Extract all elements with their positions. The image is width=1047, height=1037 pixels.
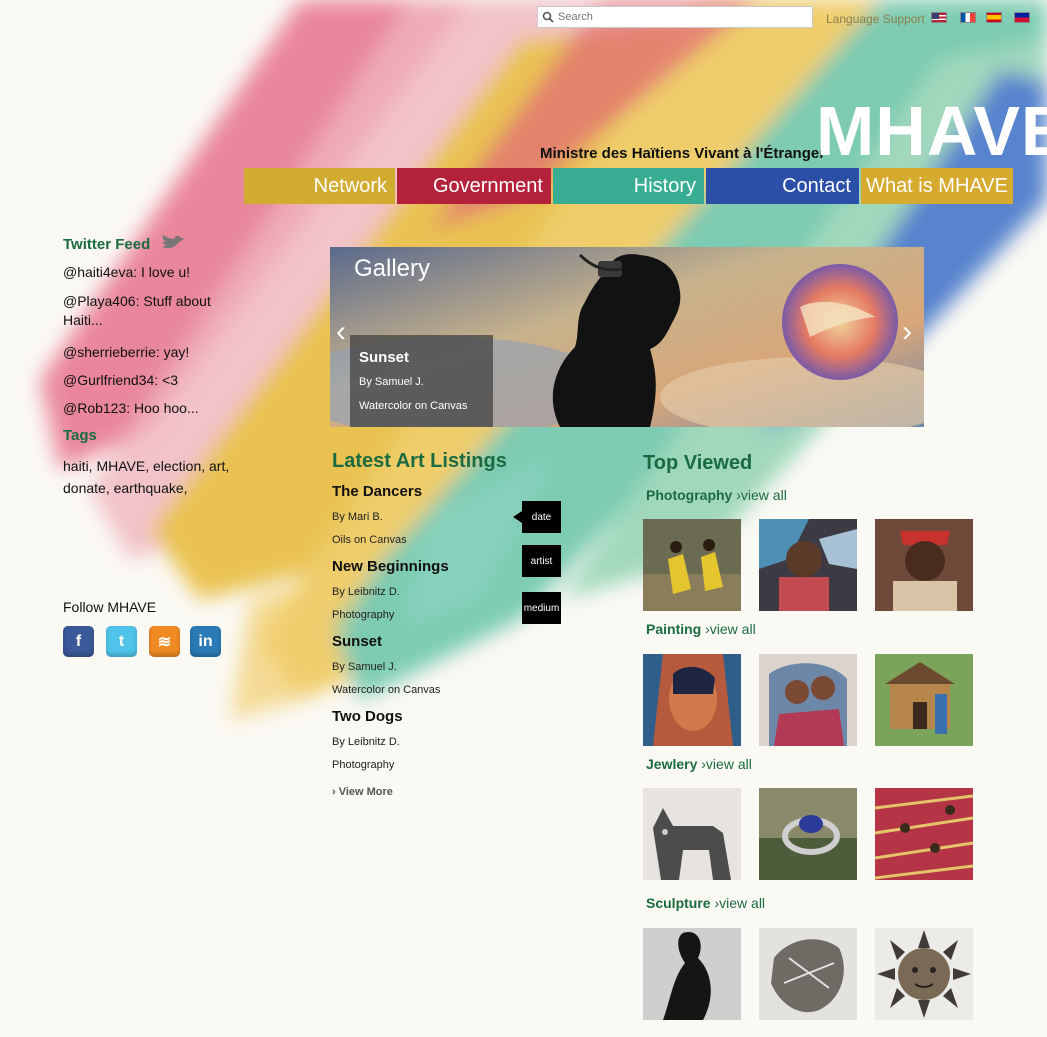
thumbnail-village-painting[interactable] bbox=[875, 654, 973, 746]
search-box[interactable] bbox=[537, 6, 813, 28]
listing-title[interactable]: Sunset bbox=[332, 633, 382, 650]
thumbnail-metal-sculpture[interactable] bbox=[759, 928, 857, 1020]
nav-network[interactable]: Network bbox=[244, 168, 395, 204]
follow-label: Follow MHAVE bbox=[63, 599, 157, 615]
search-icon bbox=[538, 7, 558, 27]
view-more-link[interactable]: › View More bbox=[332, 786, 393, 798]
tagline: Ministre des Haïtiens Vivant à l'Étrange… bbox=[540, 145, 826, 162]
linkedin-icon[interactable]: in bbox=[190, 626, 221, 657]
rss-icon[interactable]: ≋ bbox=[149, 626, 180, 657]
category-sculpture: Sculpture ›view all bbox=[646, 895, 765, 911]
thumbnail-stone-sculpture[interactable] bbox=[643, 928, 741, 1020]
thumbnail-women-painting[interactable] bbox=[759, 654, 857, 746]
category-label: Jewlery bbox=[646, 756, 698, 772]
us-flag-icon[interactable] bbox=[931, 12, 947, 23]
tweet[interactable]: @Playa406: Stuff about Haiti... bbox=[63, 292, 228, 330]
tag-list[interactable]: haiti, MHAVE, election, art, donate, ear… bbox=[63, 455, 233, 499]
tags-title: Tags bbox=[63, 427, 97, 444]
listing-medium: Oils on Canvas bbox=[332, 534, 407, 546]
thumbnail-women-photo[interactable] bbox=[759, 519, 857, 611]
category-label: Photography bbox=[646, 487, 733, 503]
haiti-flag-icon[interactable] bbox=[1014, 12, 1030, 23]
view-all-link[interactable]: ›view all bbox=[714, 895, 765, 911]
gallery-next-arrow-icon[interactable]: › bbox=[902, 315, 912, 349]
tweet[interactable]: @haiti4eva: I love u! bbox=[63, 263, 228, 282]
listing-medium: Photography bbox=[332, 609, 395, 621]
nav-government[interactable]: Government bbox=[397, 168, 551, 204]
gallery-title: Gallery bbox=[354, 255, 431, 282]
top-viewed-title: Top Viewed bbox=[643, 452, 753, 474]
twitter-bird-icon bbox=[160, 235, 186, 255]
latest-listings-title: Latest Art Listings bbox=[332, 450, 507, 472]
language-support-label: Language Support bbox=[826, 12, 925, 26]
listing-medium: Photography bbox=[332, 759, 395, 771]
thumbnail-face-painting[interactable] bbox=[643, 654, 741, 746]
thumbnail-portrait-photo[interactable] bbox=[875, 519, 973, 611]
caption-artist: By Samuel J. bbox=[359, 376, 424, 388]
thumbnail-beads[interactable] bbox=[875, 788, 973, 880]
thumbnail-cat-figure[interactable] bbox=[643, 788, 741, 880]
nav-what-is-mhave[interactable]: What is MHAVE bbox=[861, 168, 1013, 204]
tweet[interactable]: @sherrieberrie: yay! bbox=[63, 343, 228, 362]
listing-artist: By Leibnitz D. bbox=[332, 736, 400, 748]
main-nav: Network Government History Contact What … bbox=[244, 168, 1015, 204]
caption-title: Sunset bbox=[359, 349, 410, 366]
sort-medium-button[interactable]: medium bbox=[522, 592, 561, 624]
nav-contact[interactable]: Contact bbox=[706, 168, 859, 204]
view-all-link[interactable]: ›view all bbox=[736, 487, 787, 503]
thumbnail-sun-sculpture[interactable] bbox=[875, 928, 973, 1020]
listing-artist: By Samuel J. bbox=[332, 661, 397, 673]
category-photography: Photography ›view all bbox=[646, 487, 787, 503]
twitter-feed-title: Twitter Feed bbox=[63, 235, 186, 255]
listing-artist: By Leibnitz D. bbox=[332, 586, 400, 598]
thumbnail-ring[interactable] bbox=[759, 788, 857, 880]
listing-artist: By Mari B. bbox=[332, 511, 383, 523]
thumbnail-dancers-photo[interactable] bbox=[643, 519, 741, 611]
listing-medium: Watercolor on Canvas bbox=[332, 684, 441, 696]
gallery-caption[interactable]: Sunset By Samuel J. Watercolor on Canvas bbox=[350, 335, 493, 427]
listing-title[interactable]: The Dancers bbox=[332, 483, 422, 500]
view-all-link[interactable]: ›view all bbox=[701, 756, 752, 772]
category-label: Sculpture bbox=[646, 895, 711, 911]
gallery-slider[interactable]: Gallery ‹ › Sunset By Samuel J. Watercol… bbox=[330, 247, 924, 427]
gallery-prev-arrow-icon[interactable]: ‹ bbox=[336, 315, 346, 349]
spain-flag-icon[interactable] bbox=[986, 12, 1002, 23]
france-flag-icon[interactable] bbox=[960, 12, 976, 23]
tweet[interactable]: @Rob123: Hoo hoo... bbox=[63, 399, 228, 418]
category-jewelry: Jewlery ›view all bbox=[646, 756, 752, 772]
active-sort-pointer bbox=[513, 511, 522, 523]
facebook-icon[interactable]: f bbox=[63, 626, 94, 657]
search-input[interactable] bbox=[558, 11, 798, 23]
view-all-link[interactable]: ›view all bbox=[705, 621, 756, 637]
category-painting: Painting ›view all bbox=[646, 621, 756, 637]
sort-date-button[interactable]: date bbox=[522, 501, 561, 533]
sort-artist-button[interactable]: artist bbox=[522, 545, 561, 577]
twitter-icon[interactable]: t bbox=[106, 626, 137, 657]
caption-medium: Watercolor on Canvas bbox=[359, 400, 468, 412]
listing-title[interactable]: Two Dogs bbox=[332, 708, 403, 725]
category-label: Painting bbox=[646, 621, 702, 637]
tweet[interactable]: @Gurlfriend34: <3 bbox=[63, 371, 228, 390]
nav-history[interactable]: History bbox=[553, 168, 704, 204]
site-logo[interactable]: MHAVE bbox=[816, 96, 1047, 166]
listing-title[interactable]: New Beginnings bbox=[332, 558, 449, 575]
